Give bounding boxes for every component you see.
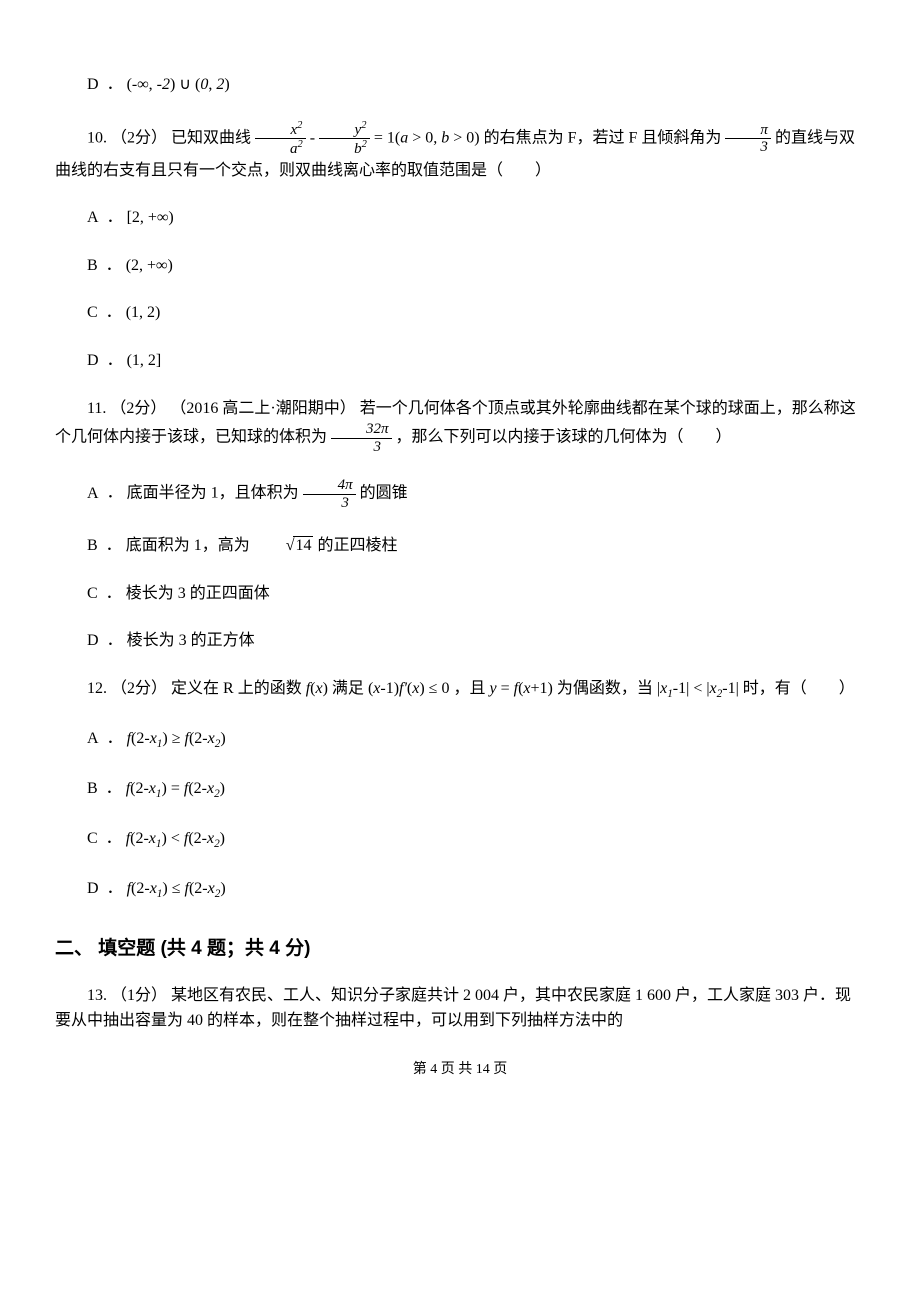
option-label: B bbox=[87, 257, 98, 274]
option-label: A bbox=[87, 730, 99, 747]
option-prefix: 底面半径为 1，且体积为 bbox=[127, 485, 303, 502]
option-text: 棱长为 3 的正四面体 bbox=[126, 585, 270, 602]
q11-option-d: D． 棱长为 3 的正方体 bbox=[55, 628, 865, 654]
q-number: 12. bbox=[87, 680, 107, 697]
q-text: 时，有（ ） bbox=[743, 680, 855, 697]
option-expr: (-∞, -2) ∪ (0, 2) bbox=[127, 76, 230, 93]
option-label: D bbox=[87, 632, 99, 649]
q11-option-b: B． 底面积为 1，高为 √14 的正四棱柱 bbox=[55, 533, 865, 559]
option-label: A bbox=[87, 209, 99, 226]
q-text: 满足 bbox=[332, 680, 364, 697]
option-expr: f(2-x1) ≥ f(2-x2) bbox=[127, 730, 226, 747]
q-points: （2分） bbox=[110, 400, 166, 417]
option-suffix: 的圆锥 bbox=[360, 485, 408, 502]
option-label: B bbox=[87, 537, 98, 554]
option-label: B bbox=[87, 780, 98, 797]
hyperbola-term2: y2 b2 bbox=[319, 120, 370, 158]
question-12: 12. （2分） 定义在 R 上的函数 f(x) 满足 (x-1)f'(x) ≤… bbox=[55, 676, 865, 704]
q10-option-b: B． (2, +∞) bbox=[55, 253, 865, 279]
option-suffix: 的正四棱柱 bbox=[317, 537, 397, 554]
option-text: 棱长为 3 的正方体 bbox=[127, 632, 255, 649]
eq-cond: = 1(a > 0, b > 0) bbox=[374, 129, 480, 146]
option-label: A bbox=[87, 485, 99, 502]
q-text: 为偶函数，当 bbox=[557, 680, 653, 697]
math-fx: f(x) bbox=[306, 680, 328, 697]
hyperbola-term1: x2 a2 bbox=[255, 120, 306, 158]
q-text: 已知双曲线 bbox=[171, 129, 251, 146]
q-number: 10. bbox=[87, 129, 107, 146]
q-number: 11. bbox=[87, 400, 106, 417]
option-expr: (1, 2) bbox=[126, 304, 161, 321]
q12-option-a: A． f(2-x1) ≥ f(2-x2) bbox=[55, 726, 865, 754]
page-footer: 第 4 页 共 14 页 bbox=[55, 1059, 865, 1081]
option-expr: f(2-x1) ≤ f(2-x2) bbox=[127, 880, 226, 897]
q-text: 某地区有农民、工人、知识分子家庭共计 2 004 户，其中农民家庭 1 600 … bbox=[55, 987, 851, 1030]
option-label: D bbox=[87, 76, 99, 93]
question-10: 10. （2分） 已知双曲线 x2 a2 - y2 b2 = 1(a > 0, … bbox=[55, 120, 865, 184]
q10-option-a: A． [2, +∞) bbox=[55, 205, 865, 231]
q-points: （2分） bbox=[111, 680, 167, 697]
q10-option-c: C． (1, 2) bbox=[55, 300, 865, 326]
question-13: 13. （1分） 某地区有农民、工人、知识分子家庭共计 2 004 户，其中农民… bbox=[55, 983, 865, 1034]
sqrt-icon: √14 bbox=[254, 533, 314, 559]
q-number: 13. bbox=[87, 987, 107, 1004]
section-2-header: 二、 填空题 (共 4 题；共 4 分) bbox=[55, 934, 865, 964]
option-label: C bbox=[87, 830, 98, 847]
question-11: 11. （2分） （2016 高二上·潮阳期中） 若一个几何体各个顶点或其外轮廓… bbox=[55, 396, 865, 456]
option-expr: (1, 2] bbox=[127, 352, 162, 369]
q11-option-c: C． 棱长为 3 的正四面体 bbox=[55, 581, 865, 607]
q12-option-c: C． f(2-x1) < f(2-x2) bbox=[55, 826, 865, 854]
math-yfx: y = f(x+1) bbox=[489, 680, 552, 697]
q9-option-d: D． (-∞, -2) ∪ (0, 2) bbox=[55, 72, 865, 98]
option-expr: f(2-x1) = f(2-x2) bbox=[126, 780, 225, 797]
q-text: ，且 bbox=[453, 680, 485, 697]
cone-vol-frac: 4π 3 bbox=[303, 477, 356, 511]
option-label: D bbox=[87, 352, 99, 369]
option-label: D bbox=[87, 880, 99, 897]
q-source: （2016 高二上·潮阳期中） bbox=[170, 400, 355, 417]
option-expr: f(2-x1) < f(2-x2) bbox=[126, 830, 225, 847]
option-expr: (2, +∞) bbox=[126, 257, 173, 274]
math-cond2: |x1-1| < |x2-1| bbox=[657, 680, 739, 697]
q10-option-d: D． (1, 2] bbox=[55, 348, 865, 374]
q-points: （2分） bbox=[111, 129, 167, 146]
option-prefix: 底面积为 1，高为 bbox=[126, 537, 254, 554]
q12-option-b: B． f(2-x1) = f(2-x2) bbox=[55, 776, 865, 804]
option-label: C bbox=[87, 585, 98, 602]
angle-frac: π 3 bbox=[725, 122, 771, 156]
option-label: C bbox=[87, 304, 98, 321]
q-text: ，那么下列可以内接于该球的几何体为（ ） bbox=[396, 429, 732, 446]
volume-frac: 32π 3 bbox=[331, 421, 392, 455]
q12-option-d: D． f(2-x1) ≤ f(2-x2) bbox=[55, 876, 865, 904]
math-cond1: (x-1)f'(x) ≤ 0 bbox=[368, 680, 450, 697]
q-text: 定义在 R 上的函数 bbox=[171, 680, 302, 697]
q-points: （1分） bbox=[111, 987, 167, 1004]
option-expr: [2, +∞) bbox=[127, 209, 174, 226]
q11-option-a: A． 底面半径为 1，且体积为 4π 3 的圆锥 bbox=[55, 477, 865, 511]
q-text: 的右焦点为 F，若过 F 且倾斜角为 bbox=[484, 129, 722, 146]
